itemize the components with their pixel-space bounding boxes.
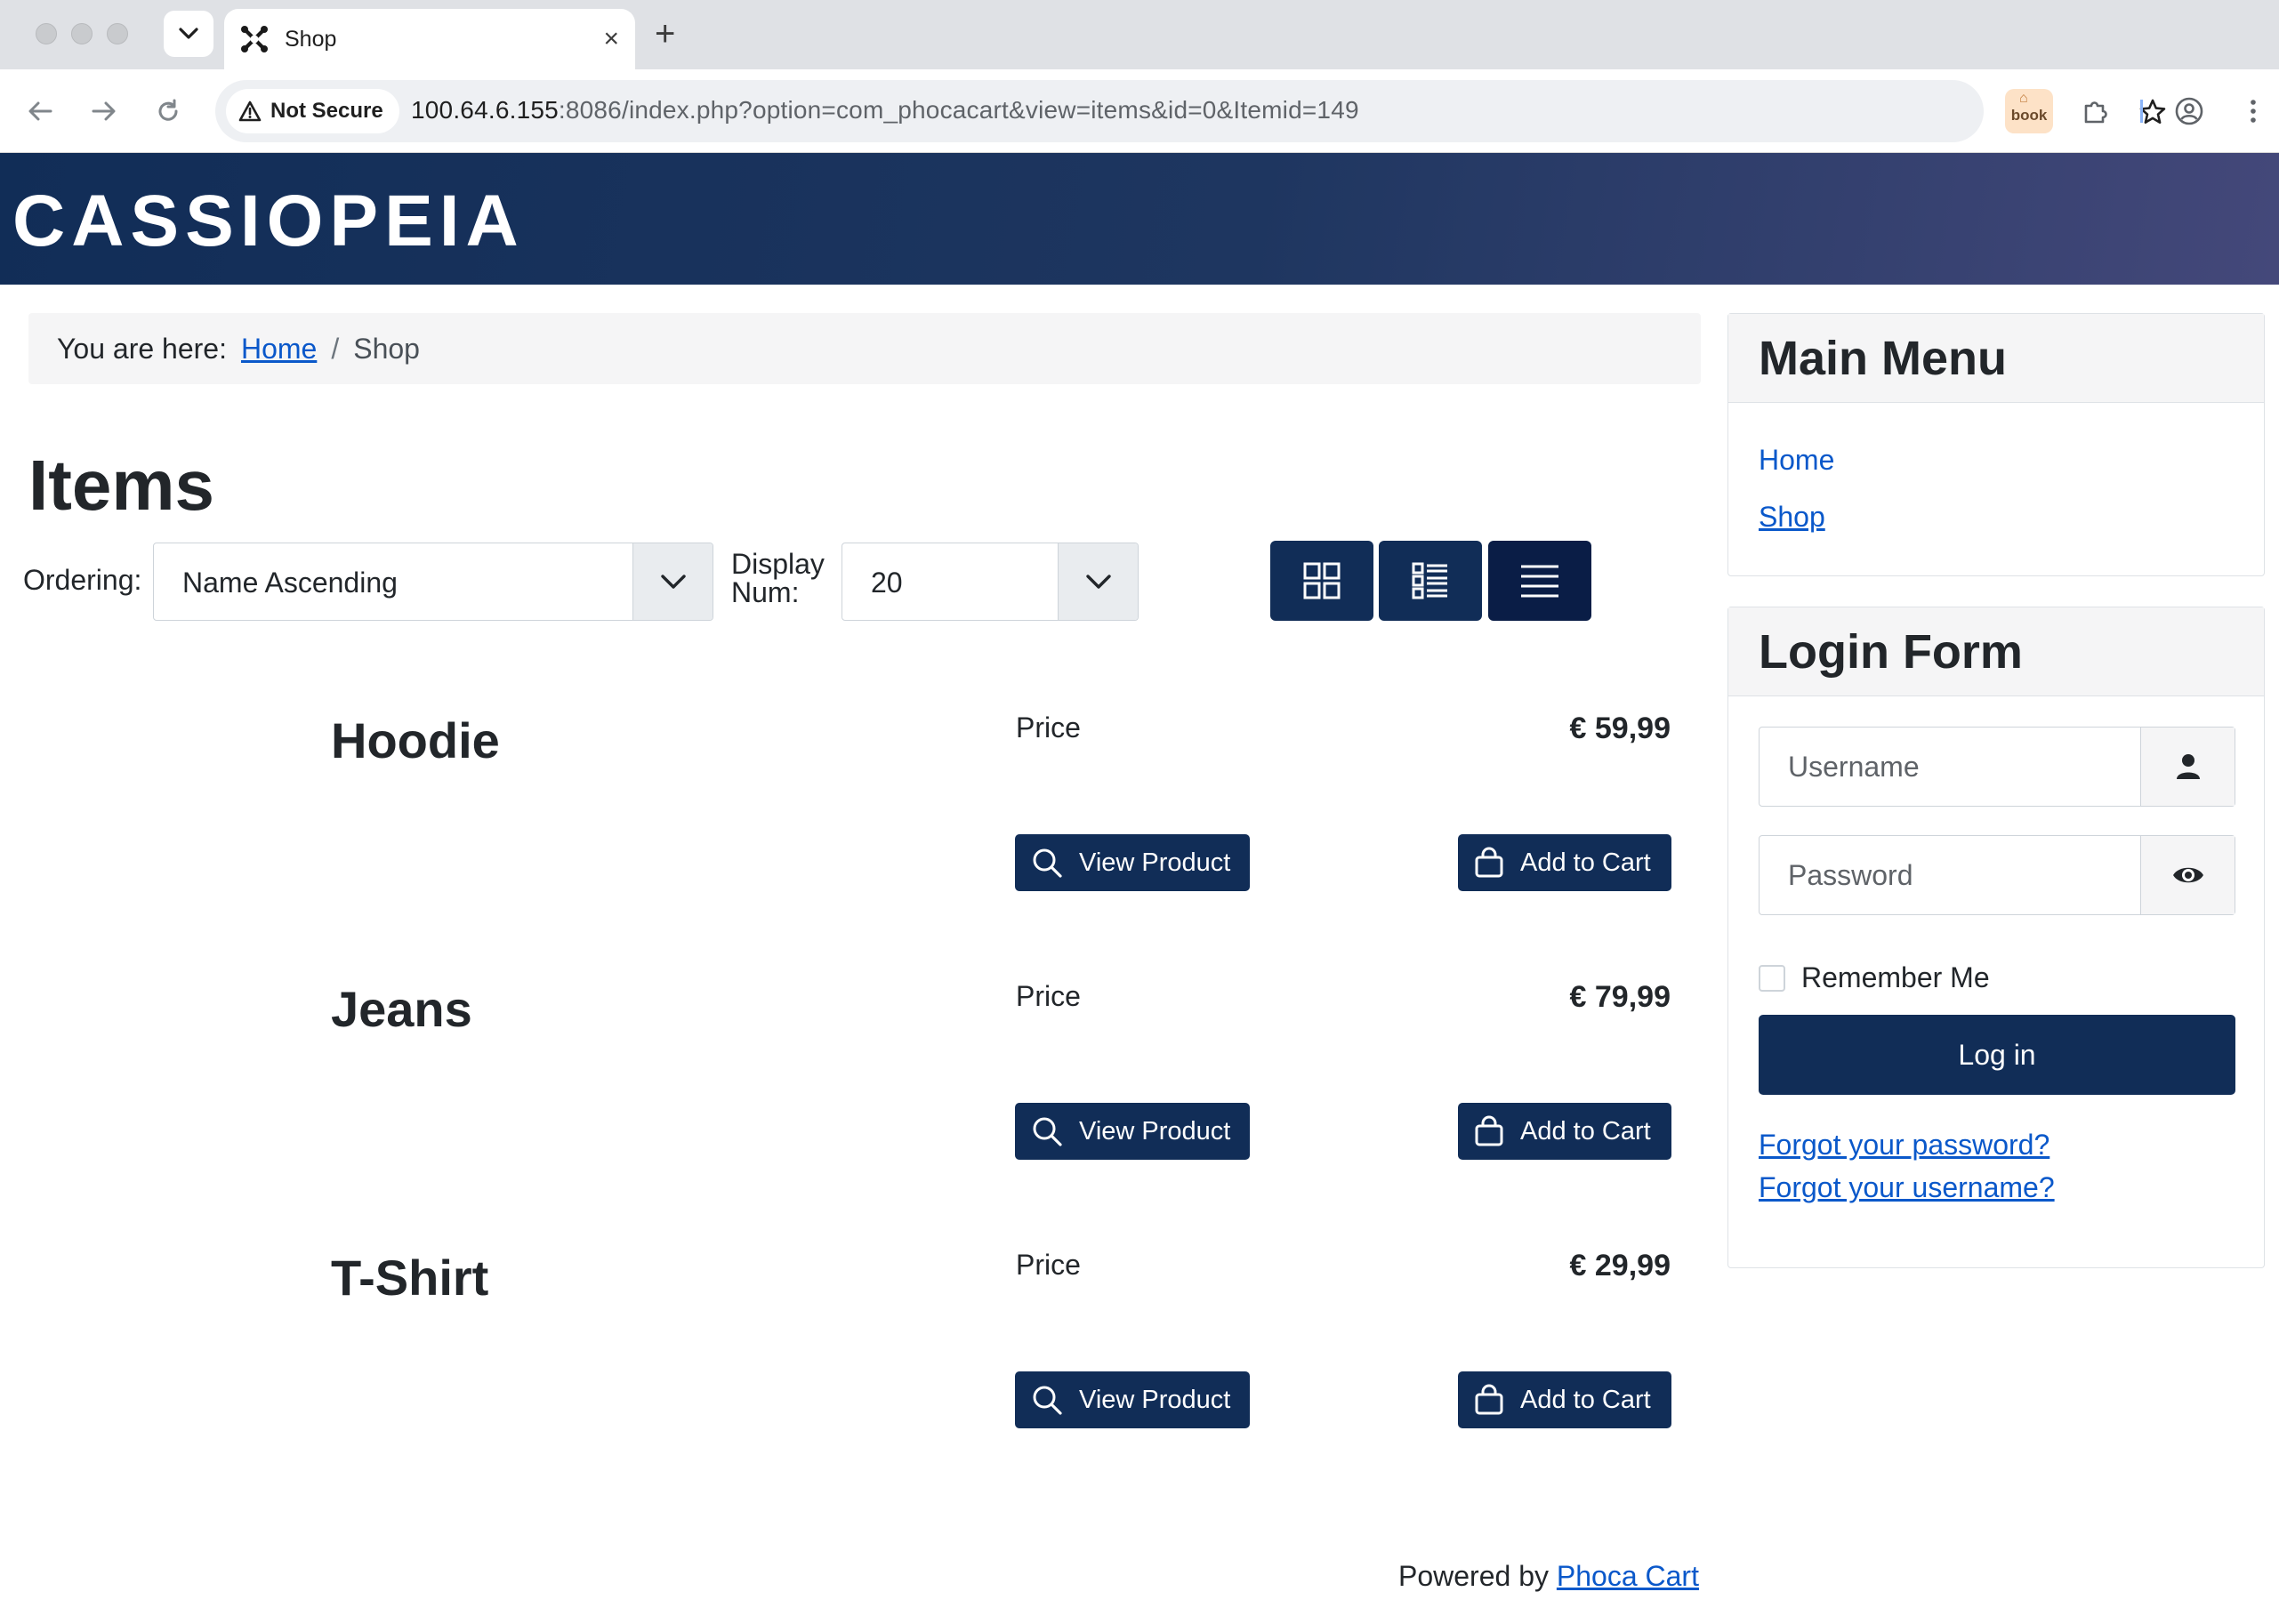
search-icon bbox=[1033, 1117, 1062, 1146]
price-value: € 29,99 bbox=[1569, 1249, 1671, 1282]
list-icon bbox=[1521, 565, 1558, 598]
close-tab-icon[interactable]: × bbox=[603, 26, 619, 52]
product-row: T-Shirt Price € 29,99 View Product Add t… bbox=[0, 1249, 1690, 1515]
list-view-button[interactable] bbox=[1488, 541, 1591, 621]
ordering-label: Ordering: bbox=[23, 564, 142, 596]
product-row: Jeans Price € 79,99 View Product Add to … bbox=[0, 980, 1690, 1247]
login-form-title: Login Form bbox=[1728, 607, 2264, 696]
ordering-select[interactable]: Name Ascending bbox=[153, 543, 713, 621]
display-num-label: Display Num: bbox=[731, 548, 825, 608]
remember-me-label: Remember Me bbox=[1801, 961, 1990, 993]
main-menu-title: Main Menu bbox=[1728, 314, 2264, 403]
shopping-bag-icon bbox=[1475, 847, 1503, 878]
url-text[interactable]: 100.64.6.155:8086/index.php?option=com_p… bbox=[411, 96, 1359, 125]
chevron-down-icon bbox=[632, 543, 713, 620]
main-menu-card: Main Menu Home Shop bbox=[1727, 313, 2265, 576]
product-row: Hoodie Price € 59,99 View Product Add to… bbox=[0, 712, 1690, 978]
login-button[interactable]: Log in bbox=[1759, 1015, 2235, 1095]
tab-search-button[interactable] bbox=[164, 11, 213, 57]
shopping-bag-icon bbox=[1475, 1115, 1503, 1146]
grid-icon bbox=[1303, 562, 1341, 599]
arrow-right-icon bbox=[92, 101, 116, 121]
grid-view-button[interactable] bbox=[1270, 541, 1373, 621]
product-name[interactable]: T-Shirt bbox=[331, 1249, 488, 1306]
username-placeholder: Username bbox=[1788, 751, 1920, 783]
breadcrumb-current: Shop bbox=[353, 332, 420, 365]
menu-item-home[interactable]: Home bbox=[1759, 444, 1834, 477]
joomla-icon bbox=[241, 26, 268, 52]
forgot-username-link[interactable]: Forgot your username? bbox=[1759, 1171, 2055, 1204]
price-value: € 79,99 bbox=[1569, 980, 1671, 1014]
price-value: € 59,99 bbox=[1569, 712, 1671, 745]
password-placeholder: Password bbox=[1788, 859, 1913, 891]
profile-icon[interactable] bbox=[2169, 91, 2210, 132]
username-field[interactable]: Username bbox=[1759, 727, 2235, 807]
add-to-cart-button[interactable]: Add to Cart bbox=[1458, 834, 1671, 891]
password-field[interactable]: Password bbox=[1759, 835, 2235, 915]
remember-me[interactable]: Remember Me bbox=[1759, 961, 1990, 994]
user-icon bbox=[2140, 728, 2235, 806]
search-icon bbox=[1033, 848, 1062, 878]
back-button[interactable] bbox=[20, 91, 60, 132]
book-extension-icon[interactable]: ⌂ book bbox=[2005, 89, 2053, 133]
login-form-card: Login Form Username Password Remember Me… bbox=[1727, 607, 2265, 1268]
view-product-button[interactable]: View Product bbox=[1015, 1371, 1250, 1428]
address-bar[interactable]: Not Secure 100.64.6.155:8086/index.php?o… bbox=[215, 80, 2166, 142]
new-tab-button[interactable]: + bbox=[655, 14, 675, 53]
view-product-button[interactable]: View Product bbox=[1015, 834, 1250, 891]
forward-button[interactable] bbox=[84, 91, 125, 132]
reload-icon bbox=[158, 99, 178, 121]
breadcrumb: You are here: Home / Shop bbox=[28, 313, 1701, 384]
chevron-down-icon bbox=[1058, 543, 1138, 620]
browser-toolbar: Not Secure 100.64.6.155:8086/index.php?o… bbox=[0, 69, 2279, 153]
forgot-password-link[interactable]: Forgot your password? bbox=[1759, 1129, 2049, 1162]
view-product-button[interactable]: View Product bbox=[1015, 1103, 1250, 1160]
page-title: Items bbox=[28, 446, 214, 525]
browser-tab-bar: Shop × + bbox=[0, 0, 2279, 69]
eye-icon[interactable] bbox=[2140, 836, 2235, 914]
search-icon bbox=[1033, 1386, 1062, 1415]
menu-item-shop[interactable]: Shop bbox=[1759, 501, 1825, 534]
warning-icon bbox=[238, 100, 262, 122]
powered-by: Powered by Phoca Cart bbox=[1398, 1560, 1699, 1592]
display-num-value: 20 bbox=[871, 567, 903, 599]
breadcrumb-prefix: You are here: bbox=[57, 332, 227, 365]
price-label: Price bbox=[1016, 712, 1081, 744]
window-close-dot[interactable] bbox=[36, 23, 57, 44]
price-label: Price bbox=[1016, 1249, 1081, 1281]
site-brand[interactable]: CASSIOPEIA bbox=[12, 185, 525, 258]
chevron-down-icon bbox=[179, 28, 198, 39]
security-label: Not Secure bbox=[270, 99, 383, 123]
product-name[interactable]: Hoodie bbox=[331, 712, 500, 769]
toolbar-divider bbox=[2140, 100, 2143, 123]
window-zoom-dot[interactable] bbox=[107, 23, 128, 44]
url-path: :8086/index.php?option=com_phocacart&vie… bbox=[558, 96, 1359, 124]
add-to-cart-button[interactable]: Add to Cart bbox=[1458, 1371, 1671, 1428]
remember-me-checkbox[interactable] bbox=[1759, 964, 1785, 992]
display-num-select[interactable]: 20 bbox=[842, 543, 1139, 621]
extensions-puzzle-icon[interactable] bbox=[2074, 91, 2115, 132]
shopping-bag-icon bbox=[1475, 1384, 1503, 1415]
phoca-cart-link[interactable]: Phoca Cart bbox=[1557, 1560, 1699, 1592]
tab-title: Shop bbox=[285, 26, 337, 52]
breadcrumb-separator: / bbox=[331, 332, 340, 365]
browser-tab-shop[interactable]: Shop × bbox=[224, 9, 635, 69]
url-host: 100.64.6.155 bbox=[411, 96, 559, 124]
extension-label: book bbox=[2010, 107, 2048, 124]
window-minimize-dot[interactable] bbox=[71, 23, 93, 44]
add-to-cart-button[interactable]: Add to Cart bbox=[1458, 1103, 1671, 1160]
more-menu-icon[interactable] bbox=[2233, 91, 2274, 132]
ordering-value: Name Ascending bbox=[182, 567, 398, 599]
site-header: CASSIOPEIA bbox=[0, 153, 2279, 285]
reload-button[interactable] bbox=[148, 91, 189, 132]
breadcrumb-home-link[interactable]: Home bbox=[241, 333, 317, 366]
grid-list-view-button[interactable] bbox=[1379, 541, 1482, 621]
product-name[interactable]: Jeans bbox=[331, 980, 472, 1038]
arrow-left-icon bbox=[28, 101, 52, 121]
price-label: Price bbox=[1016, 980, 1081, 1012]
security-chip[interactable]: Not Secure bbox=[226, 89, 399, 133]
grid-list-icon bbox=[1412, 562, 1447, 599]
